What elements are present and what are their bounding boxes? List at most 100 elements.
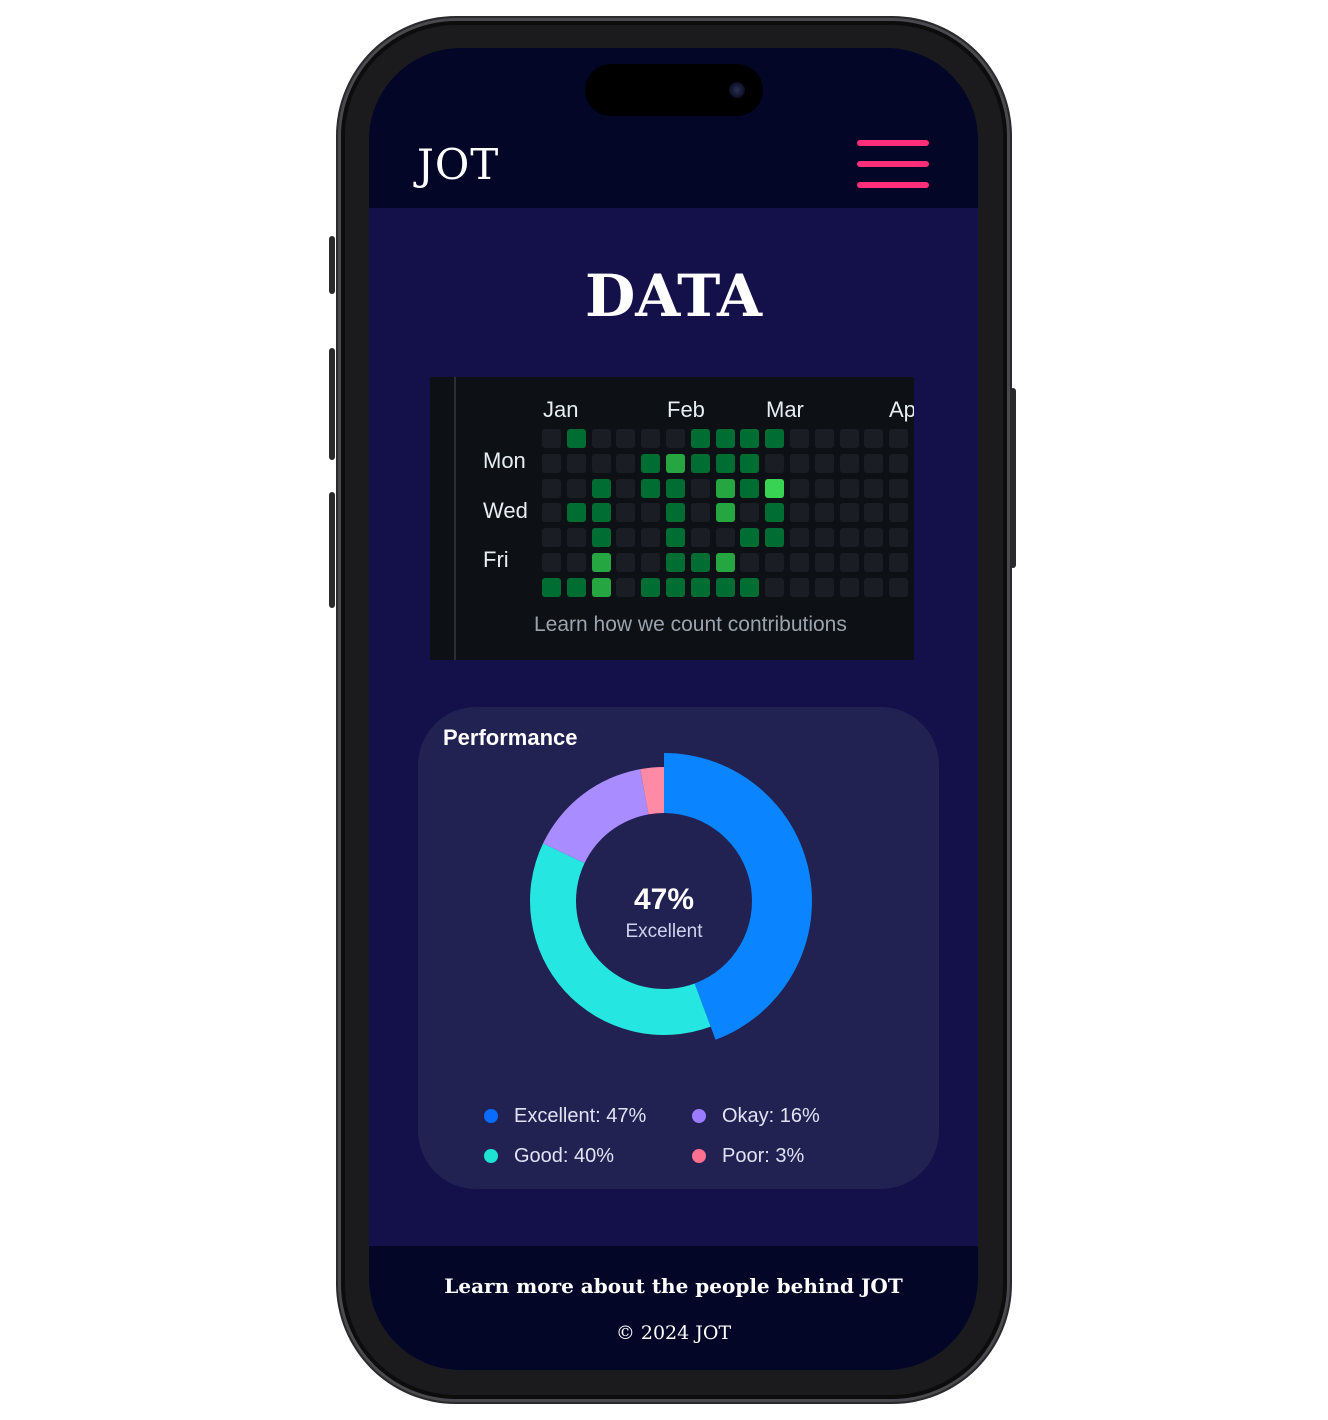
contribution-cell[interactable]	[666, 478, 685, 498]
contribution-cell[interactable]	[839, 577, 859, 597]
contribution-cell[interactable]	[790, 503, 809, 523]
contribution-cell[interactable]	[864, 478, 884, 498]
contribution-cell[interactable]	[715, 577, 735, 597]
contribution-cell[interactable]	[616, 528, 636, 548]
contribution-cell[interactable]	[591, 429, 611, 448]
contribution-cell[interactable]	[641, 503, 661, 523]
contribution-cell[interactable]	[839, 528, 859, 548]
contribution-cell[interactable]	[690, 453, 710, 473]
contribution-cell[interactable]	[641, 429, 661, 448]
contribution-cell[interactable]	[666, 453, 685, 473]
contribution-cell[interactable]	[566, 503, 586, 523]
contribution-cell[interactable]	[690, 503, 710, 523]
contribution-cell[interactable]	[566, 577, 586, 597]
about-team-link[interactable]: Learn more about the people behind JOT	[369, 1274, 978, 1298]
contribution-cell[interactable]	[542, 577, 561, 597]
contribution-cell[interactable]	[591, 478, 611, 498]
contribution-cell[interactable]	[740, 503, 760, 523]
contribution-cell[interactable]	[864, 453, 884, 473]
contribution-cell[interactable]	[889, 577, 909, 597]
contribution-cell[interactable]	[616, 503, 636, 523]
contribution-cell[interactable]	[690, 478, 710, 498]
contribution-cell[interactable]	[715, 528, 735, 548]
contribution-cell[interactable]	[740, 528, 760, 548]
contribution-cell[interactable]	[542, 553, 561, 572]
contribution-cell[interactable]	[740, 553, 760, 572]
contribution-cell[interactable]	[542, 429, 561, 448]
contribution-cell[interactable]	[616, 553, 636, 572]
contribution-cell[interactable]	[690, 429, 710, 448]
contribution-cell[interactable]	[765, 503, 785, 523]
contribution-cell[interactable]	[641, 453, 661, 473]
contribution-cell[interactable]	[740, 577, 760, 597]
contribution-cell[interactable]	[641, 577, 661, 597]
contribution-cell[interactable]	[814, 429, 834, 448]
contribution-cell[interactable]	[715, 478, 735, 498]
contribution-cell[interactable]	[839, 453, 859, 473]
contribution-cell[interactable]	[765, 478, 785, 498]
contribution-cell[interactable]	[542, 503, 561, 523]
contribution-cell[interactable]	[591, 503, 611, 523]
contribution-cell[interactable]	[839, 553, 859, 572]
contribution-cell[interactable]	[690, 577, 710, 597]
contribution-cell[interactable]	[814, 528, 834, 548]
contribution-cell[interactable]	[765, 553, 785, 572]
contribution-cell[interactable]	[864, 528, 884, 548]
contribution-cell[interactable]	[641, 553, 661, 572]
contribution-cell[interactable]	[566, 553, 586, 572]
contribution-cell[interactable]	[666, 429, 685, 448]
contribution-cell[interactable]	[765, 453, 785, 473]
contribution-cell[interactable]	[566, 429, 586, 448]
contribution-cell[interactable]	[616, 429, 636, 448]
contribution-cell[interactable]	[864, 503, 884, 523]
contribution-cell[interactable]	[889, 503, 909, 523]
contribution-cell[interactable]	[765, 429, 785, 448]
contribution-cell[interactable]	[616, 453, 636, 473]
contribution-cell[interactable]	[566, 528, 586, 548]
contribution-cell[interactable]	[715, 429, 735, 448]
hamburger-menu-icon[interactable]	[857, 140, 929, 188]
contribution-cell[interactable]	[666, 528, 685, 548]
contribution-cell[interactable]	[889, 478, 909, 498]
contribution-cell[interactable]	[641, 478, 661, 498]
contribution-cell[interactable]	[740, 478, 760, 498]
contribution-cell[interactable]	[690, 528, 710, 548]
contribution-cell[interactable]	[591, 577, 611, 597]
contribution-cell[interactable]	[790, 478, 809, 498]
contribution-cell[interactable]	[790, 577, 809, 597]
contribution-cell[interactable]	[715, 453, 735, 473]
contribution-cell[interactable]	[814, 503, 834, 523]
contribution-cell[interactable]	[591, 553, 611, 572]
contribution-cell[interactable]	[616, 577, 636, 597]
contribution-cell[interactable]	[740, 429, 760, 448]
contribution-cell[interactable]	[889, 453, 909, 473]
contribution-cell[interactable]	[814, 453, 834, 473]
site-logo[interactable]: JOT	[417, 140, 499, 189]
contribution-cell[interactable]	[616, 478, 636, 498]
contribution-cell[interactable]	[814, 478, 834, 498]
contribution-cell[interactable]	[864, 553, 884, 572]
contribution-cell[interactable]	[566, 453, 586, 473]
contribution-cell[interactable]	[889, 528, 909, 548]
contribution-cell[interactable]	[889, 553, 909, 572]
donut-segment-okay[interactable]	[543, 769, 649, 864]
contribution-cell[interactable]	[765, 528, 785, 548]
contribution-cell[interactable]	[641, 528, 661, 548]
contributions-help-link[interactable]: Learn how we count contributions	[534, 613, 847, 637]
contribution-cell[interactable]	[790, 553, 809, 572]
contribution-cell[interactable]	[740, 453, 760, 473]
contribution-cell[interactable]	[690, 553, 710, 572]
contribution-cell[interactable]	[839, 429, 859, 448]
contribution-cell[interactable]	[566, 478, 586, 498]
contribution-cell[interactable]	[814, 577, 834, 597]
contribution-cell[interactable]	[542, 528, 561, 548]
contribution-cell[interactable]	[591, 528, 611, 548]
contribution-cell[interactable]	[864, 577, 884, 597]
contribution-cell[interactable]	[765, 577, 785, 597]
contribution-cell[interactable]	[790, 528, 809, 548]
contribution-cell[interactable]	[790, 453, 809, 473]
contribution-cell[interactable]	[715, 503, 735, 523]
contribution-cell[interactable]	[715, 553, 735, 572]
contribution-cell[interactable]	[591, 453, 611, 473]
contribution-cell[interactable]	[839, 478, 859, 498]
